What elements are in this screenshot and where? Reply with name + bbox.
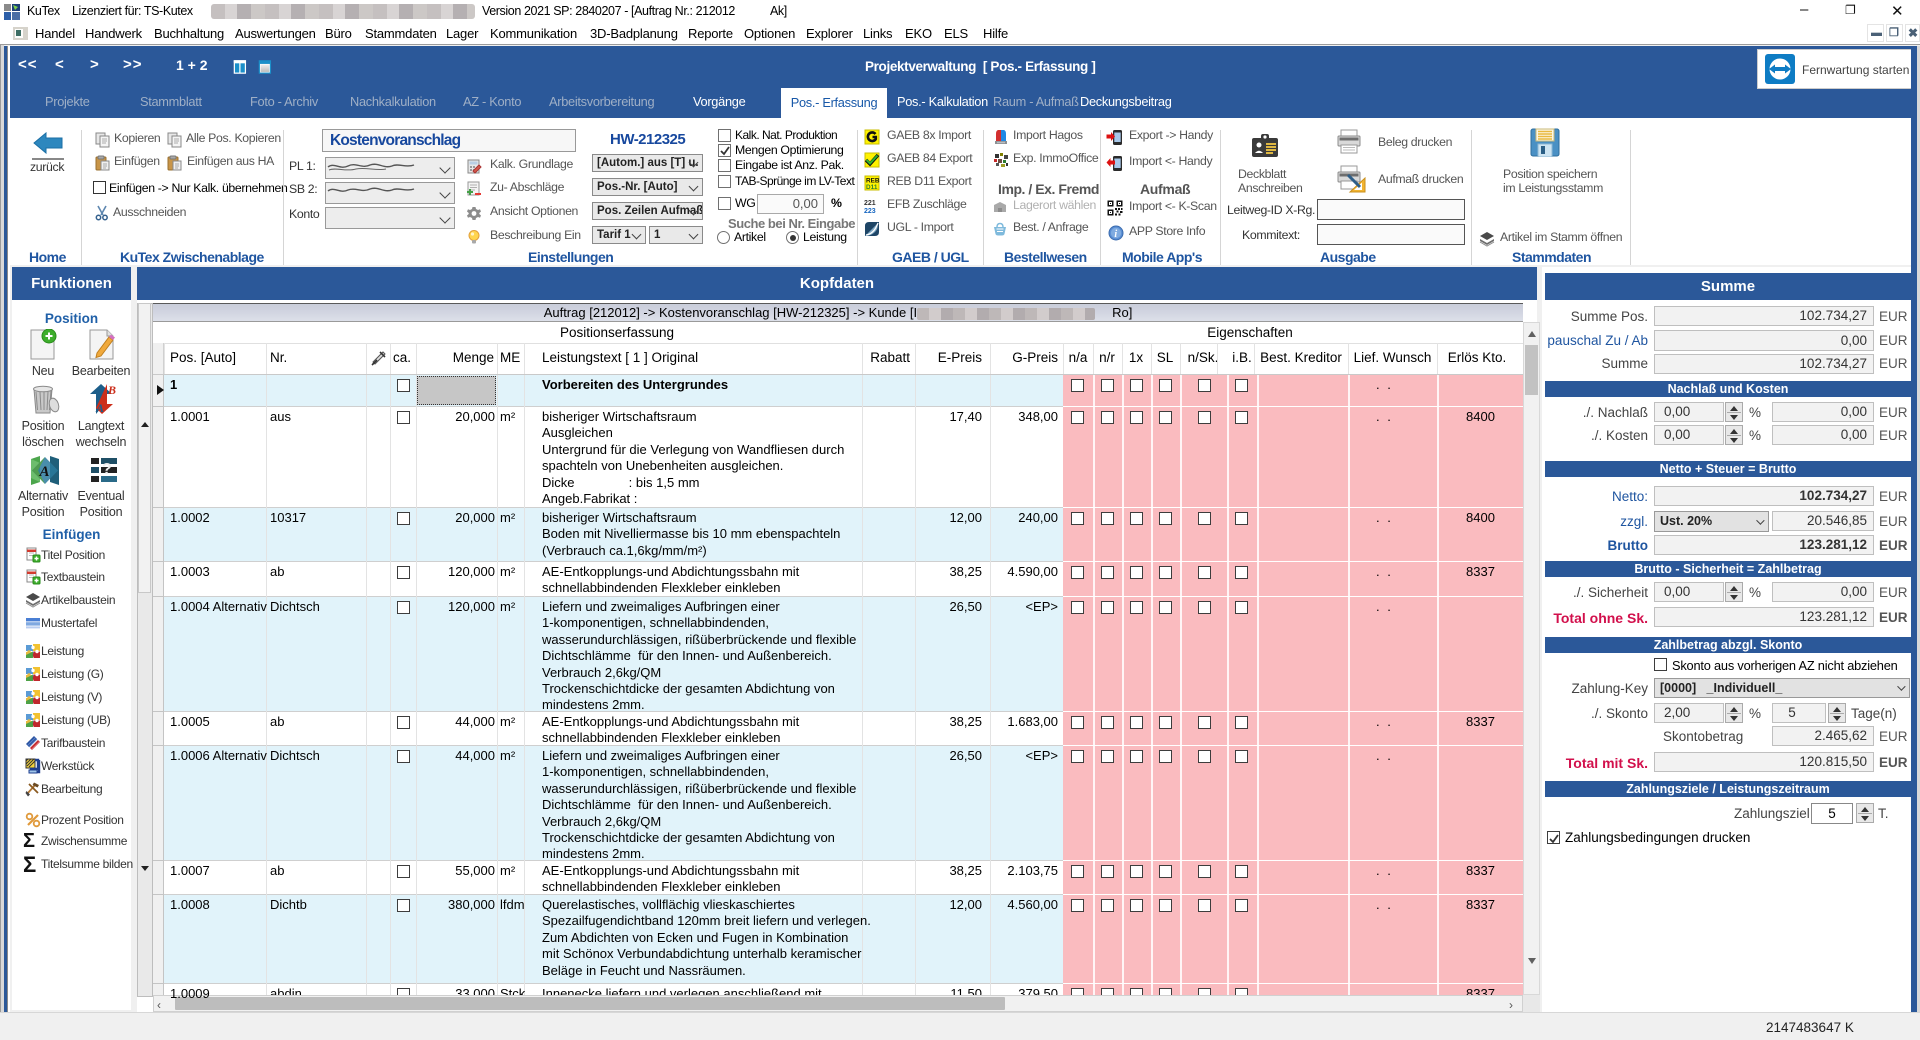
svg-text:B: B xyxy=(107,383,116,397)
svg-text:?: ? xyxy=(102,461,112,478)
svg-text:A: A xyxy=(95,401,104,415)
svg-text:A: A xyxy=(39,464,50,480)
